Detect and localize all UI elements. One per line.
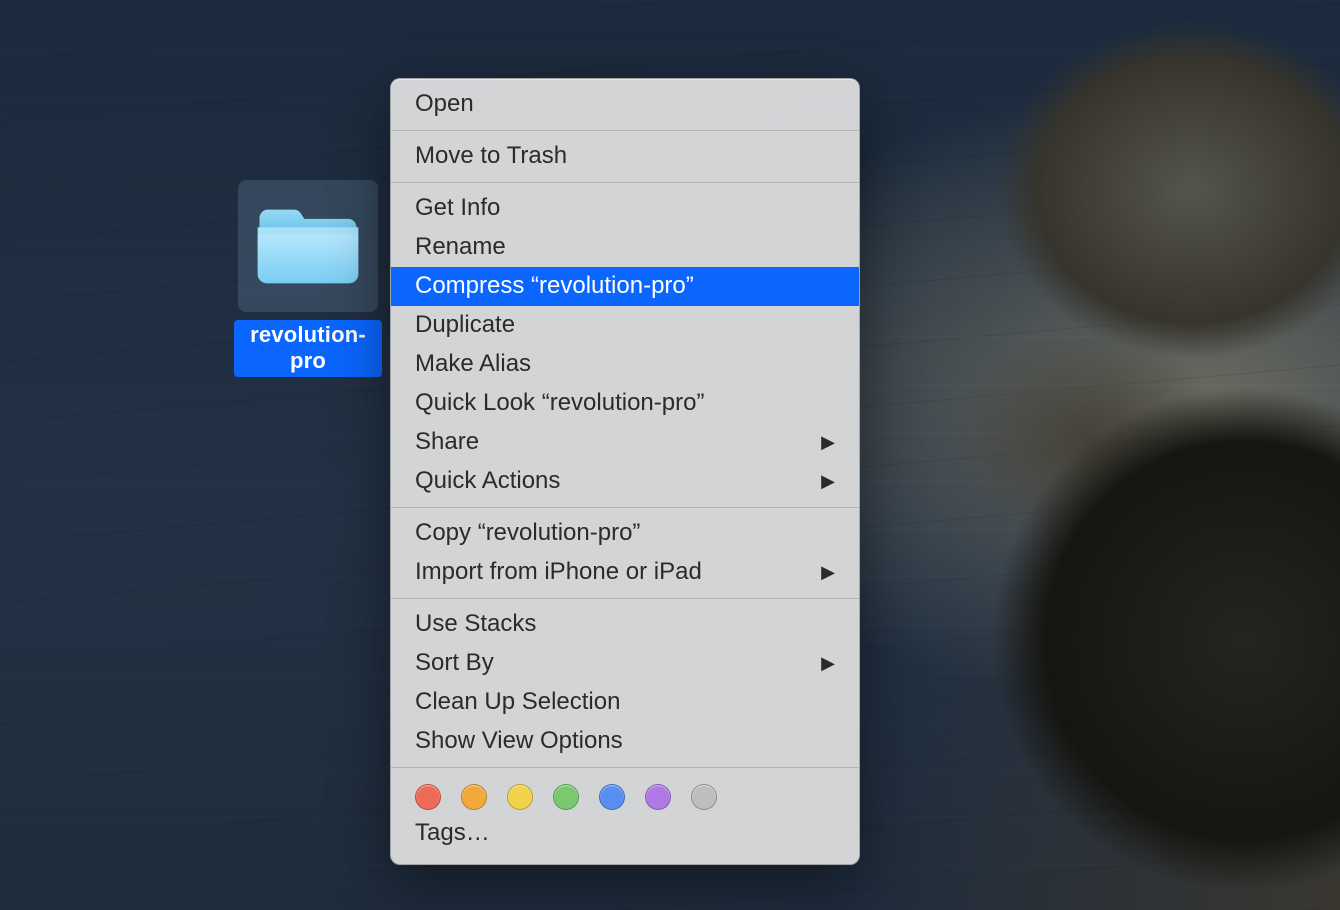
wallpaper-rock-detail <box>880 10 1340 910</box>
menu-item-label: Tags… <box>415 818 490 848</box>
tag-color-4[interactable] <box>599 784 625 810</box>
menu-separator <box>391 130 859 131</box>
menu-item-sort-by[interactable]: Sort By ▶ <box>391 644 859 683</box>
menu-item-label: Compress “revolution-pro” <box>415 271 694 301</box>
menu-item-label: Share <box>415 427 479 457</box>
menu-item-label: Import from iPhone or iPad <box>415 557 702 587</box>
menu-item-compress-revolution-pro[interactable]: Compress “revolution-pro” <box>391 267 859 306</box>
menu-item-label: Quick Look “revolution-pro” <box>415 388 704 418</box>
menu-item-label: Copy “revolution-pro” <box>415 518 640 548</box>
menu-item-rename[interactable]: Rename <box>391 228 859 267</box>
menu-item-use-stacks[interactable]: Use Stacks <box>391 605 859 644</box>
menu-item-move-to-trash[interactable]: Move to Trash <box>391 137 859 176</box>
menu-item-show-view-options[interactable]: Show View Options <box>391 722 859 761</box>
menu-item-label: Use Stacks <box>415 609 536 639</box>
context-menu: Open Move to Trash Get Info Rename Compress … <box>390 78 860 865</box>
submenu-arrow-icon: ▶ <box>821 557 835 587</box>
menu-item-copy-revolution-pro[interactable]: Copy “revolution-pro” <box>391 514 859 553</box>
folder-selection-highlight <box>238 180 378 312</box>
tag-color-5[interactable] <box>645 784 671 810</box>
submenu-arrow-icon: ▶ <box>821 648 835 678</box>
menu-item-label: Show View Options <box>415 726 623 756</box>
menu-separator <box>391 507 859 508</box>
tag-color-6[interactable] <box>691 784 717 810</box>
menu-item-get-info[interactable]: Get Info <box>391 189 859 228</box>
menu-item-tags[interactable]: Tags… <box>391 816 859 852</box>
menu-separator <box>391 598 859 599</box>
menu-item-import-from-iphone-or-ipad[interactable]: Import from iPhone or iPad ▶ <box>391 553 859 592</box>
menu-separator <box>391 182 859 183</box>
tag-color-3[interactable] <box>553 784 579 810</box>
menu-item-label: Get Info <box>415 193 500 223</box>
menu-separator <box>391 767 859 768</box>
tag-color-2[interactable] <box>507 784 533 810</box>
desktop-wallpaper[interactable]: revolution-pro Open Move to Trash Get Info… <box>0 0 1340 910</box>
menu-item-duplicate[interactable]: Duplicate <box>391 306 859 345</box>
submenu-arrow-icon: ▶ <box>821 427 835 457</box>
tag-color-0[interactable] <box>415 784 441 810</box>
menu-item-share[interactable]: Share ▶ <box>391 423 859 462</box>
menu-item-label: Duplicate <box>415 310 515 340</box>
menu-item-open[interactable]: Open <box>391 85 859 124</box>
menu-item-label: Quick Actions <box>415 466 560 496</box>
menu-item-quick-look-revolution-pro[interactable]: Quick Look “revolution-pro” <box>391 384 859 423</box>
menu-item-quick-actions[interactable]: Quick Actions ▶ <box>391 462 859 501</box>
menu-item-label: Clean Up Selection <box>415 687 620 717</box>
folder-label: revolution-pro <box>234 320 382 377</box>
folder-icon <box>252 200 364 292</box>
tags-color-row <box>391 774 859 816</box>
menu-item-label: Rename <box>415 232 506 262</box>
menu-item-label: Make Alias <box>415 349 531 379</box>
submenu-arrow-icon: ▶ <box>821 466 835 496</box>
menu-item-make-alias[interactable]: Make Alias <box>391 345 859 384</box>
menu-item-label: Move to Trash <box>415 141 567 171</box>
menu-item-clean-up-selection[interactable]: Clean Up Selection <box>391 683 859 722</box>
tag-color-1[interactable] <box>461 784 487 810</box>
menu-item-label: Sort By <box>415 648 494 678</box>
menu-item-label: Open <box>415 89 474 119</box>
desktop-folder[interactable]: revolution-pro <box>234 180 382 377</box>
